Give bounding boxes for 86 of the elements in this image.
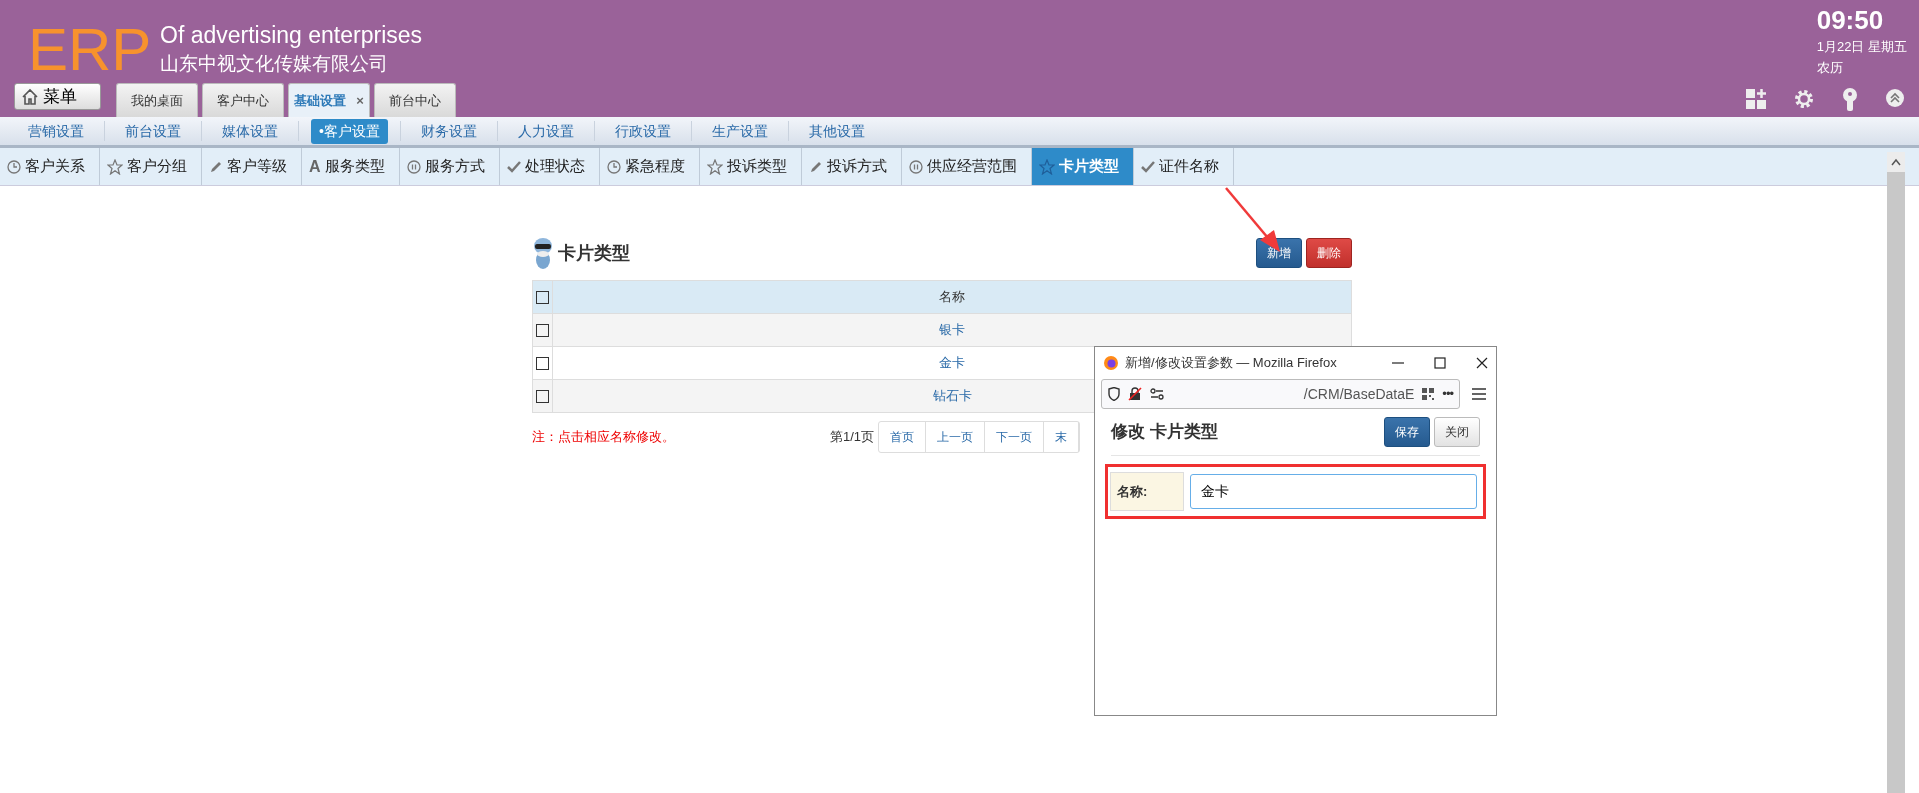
menu-item[interactable]: 营销设置 [20, 118, 92, 144]
settings-icon[interactable] [1793, 88, 1815, 110]
menu-item[interactable]: 生产设置 [703, 118, 776, 144]
mascot-icon [532, 236, 554, 270]
clock-icon [606, 159, 621, 174]
more-menu[interactable]: ••• [1442, 384, 1453, 404]
sub-tab[interactable]: 投诉类型 [699, 148, 802, 185]
menu-item[interactable]: •客户设置 [311, 118, 388, 144]
note-text: 注：点击相应名称修改。 [532, 428, 675, 447]
app-title: Of advertising enterprises [160, 21, 423, 50]
check-icon [506, 159, 521, 174]
pager-link[interactable]: 下一页 [985, 422, 1045, 452]
field-label: 名称: [1110, 472, 1184, 511]
check-icon [1140, 159, 1155, 174]
pager-link[interactable]: 末 [1044, 422, 1080, 452]
letter-icon: A [309, 154, 321, 179]
home-icon [21, 87, 39, 106]
star-icon [1038, 158, 1055, 175]
pause-icon [908, 159, 923, 174]
sub-tab[interactable]: 客户分组 [100, 148, 202, 185]
sub-tab[interactable]: 投诉方式 [801, 148, 902, 185]
company-name: 山东中视文化传媒有限公司 [160, 52, 388, 76]
panel-title: 卡片类型 [558, 241, 630, 265]
menu-icon[interactable] [1472, 388, 1486, 400]
pager-link[interactable]: 上一页 [926, 422, 986, 452]
nav-tab[interactable]: 基础设置 × [288, 83, 370, 117]
insecure-lock-icon[interactable] [1128, 387, 1142, 401]
key-icon[interactable] [1841, 88, 1859, 112]
close-button[interactable]: 关闭 [1434, 417, 1480, 447]
close-icon[interactable] [1476, 357, 1488, 369]
row-checkbox[interactable] [536, 357, 549, 371]
permissions-icon[interactable] [1150, 388, 1164, 400]
name-link[interactable]: 金卡 [939, 355, 965, 371]
clock-date: 1月22日 星期五 [1816, 37, 1907, 56]
page-info: 第1/1页 [830, 428, 875, 447]
menu-item[interactable]: 行政设置 [606, 118, 679, 144]
nav-tab[interactable]: 我的桌面 [116, 83, 198, 117]
row-checkbox[interactable] [536, 324, 549, 338]
sub-tab[interactable]: 供应经营范围 [901, 148, 1032, 185]
lunar-date: 农历 [1816, 59, 1844, 78]
menu-item[interactable]: 人力设置 [509, 118, 582, 144]
star-icon [706, 158, 723, 175]
close-icon[interactable]: × [356, 90, 364, 111]
url-text: /CRM/BaseDataE [1303, 384, 1415, 404]
add-widget-icon[interactable] [1745, 88, 1767, 110]
sub-tab[interactable]: 证件名称 [1133, 148, 1234, 185]
delete-button[interactable]: 删除 [1306, 238, 1352, 268]
sub-tab[interactable]: 处理状态 [499, 148, 600, 185]
collapse-icon[interactable] [1885, 88, 1905, 108]
sub-tab[interactable]: 客户关系 [0, 148, 100, 185]
window-title: 新增/修改设置参数 — Mozilla Firefox [1125, 354, 1337, 373]
address-bar[interactable]: /CRM/BaseDataE ••• [1101, 379, 1460, 409]
nav-tab[interactable]: 客户中心 [202, 83, 284, 117]
scroll-up-icon[interactable] [1891, 158, 1901, 166]
menu-item[interactable]: 媒体设置 [214, 118, 286, 144]
menu-item[interactable]: 财务设置 [412, 118, 485, 144]
form-heading: 修改 卡片类型 [1111, 421, 1218, 444]
name-field[interactable]: 金卡 [1190, 474, 1477, 509]
name-link[interactable]: 钻石卡 [932, 388, 972, 404]
pause-icon [406, 159, 421, 174]
pencil-icon [808, 159, 823, 174]
sub-tab[interactable]: 卡片类型 [1031, 148, 1134, 185]
select-all-checkbox[interactable] [536, 291, 549, 305]
logo-text: ERP [28, 20, 152, 80]
save-button[interactable]: 保存 [1384, 417, 1430, 447]
qr-code-icon[interactable] [1422, 388, 1435, 400]
shield-icon[interactable] [1108, 387, 1120, 401]
nav-tab[interactable]: 前台中心 [374, 83, 456, 117]
star-icon [107, 158, 123, 175]
column-header: 名称 [552, 280, 1352, 314]
pager-link[interactable]: 首页 [879, 422, 927, 452]
sub-tab[interactable]: A 服务类型 [302, 148, 400, 185]
clock-icon [7, 159, 21, 174]
sub-tab[interactable]: 服务方式 [399, 148, 500, 185]
pencil-icon [209, 159, 223, 174]
sub-tab[interactable]: 紧急程度 [599, 148, 700, 185]
row-checkbox[interactable] [536, 390, 549, 404]
clock-time: 09:50 [1816, 6, 1885, 35]
add-button[interactable]: 新增 [1256, 238, 1302, 268]
menu-item[interactable]: 其他设置 [800, 118, 873, 144]
menu-item[interactable]: 前台设置 [117, 118, 189, 144]
name-link[interactable]: 银卡 [939, 322, 965, 338]
menu-button[interactable]: 菜单 [14, 83, 101, 110]
browser-logo-icon [1103, 355, 1119, 371]
maximize-icon[interactable] [1434, 357, 1446, 369]
sub-tab[interactable]: 客户等级 [202, 148, 302, 185]
